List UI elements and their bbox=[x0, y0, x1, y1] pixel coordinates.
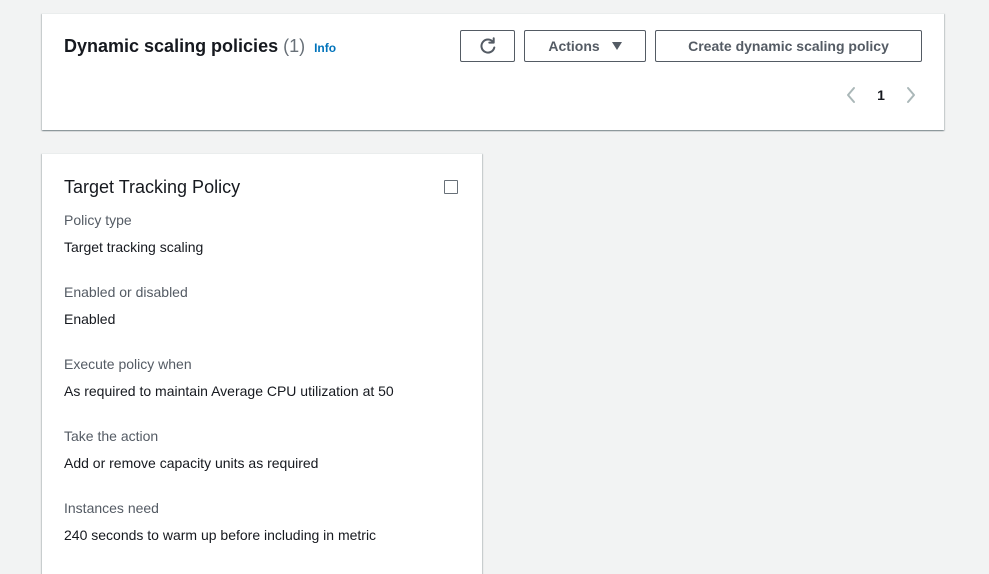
pagination-prev-button[interactable] bbox=[842, 84, 860, 106]
create-dynamic-scaling-policy-button[interactable]: Create dynamic scaling policy bbox=[655, 30, 922, 62]
policy-type-label: Policy type bbox=[64, 212, 132, 228]
policy-select-checkbox[interactable] bbox=[444, 180, 458, 194]
enabled-label: Enabled or disabled bbox=[64, 284, 188, 300]
refresh-button[interactable] bbox=[460, 30, 515, 62]
scaling-policies-header-panel: Dynamic scaling policies (1) Info Action… bbox=[42, 13, 944, 130]
instances-need-value: 240 seconds to warm up before including … bbox=[64, 527, 377, 543]
take-action-label: Take the action bbox=[64, 428, 159, 444]
actions-label: Actions bbox=[548, 38, 600, 54]
policy-count: (1) bbox=[283, 36, 306, 56]
enabled-value: Enabled bbox=[64, 311, 116, 327]
chevron-right-icon bbox=[907, 87, 915, 103]
page-title: Dynamic scaling policies bbox=[64, 36, 279, 56]
chevron-left-icon bbox=[847, 87, 855, 103]
caret-down-icon bbox=[611, 42, 622, 50]
policy-card: Target Tracking Policy Policy type Targe… bbox=[42, 153, 482, 574]
policy-name: Target Tracking Policy bbox=[64, 177, 241, 197]
execute-policy-value: As required to maintain Average CPU util… bbox=[64, 383, 394, 399]
refresh-icon bbox=[479, 37, 495, 54]
take-action-field: Take the action Add or remove capacity u… bbox=[64, 427, 318, 472]
execute-policy-label: Execute policy when bbox=[64, 356, 192, 372]
info-link[interactable]: Info bbox=[314, 41, 336, 55]
pagination: 1 bbox=[842, 84, 920, 106]
execute-policy-field: Execute policy when As required to maint… bbox=[64, 355, 394, 400]
pagination-next-button[interactable] bbox=[902, 84, 920, 106]
policy-type-value: Target tracking scaling bbox=[64, 239, 204, 255]
enabled-field: Enabled or disabled Enabled bbox=[64, 283, 188, 328]
instances-need-field: Instances need 240 seconds to warm up be… bbox=[64, 499, 376, 544]
actions-dropdown-button[interactable]: Actions bbox=[524, 30, 646, 62]
instances-need-label: Instances need bbox=[64, 500, 159, 516]
create-label: Create dynamic scaling policy bbox=[688, 38, 889, 54]
policy-type-field: Policy type Target tracking scaling bbox=[64, 211, 203, 256]
pagination-page-1[interactable]: 1 bbox=[860, 87, 902, 103]
header-title-row: Dynamic scaling policies (1) Info bbox=[64, 36, 336, 57]
take-action-value: Add or remove capacity units as required bbox=[64, 455, 319, 471]
